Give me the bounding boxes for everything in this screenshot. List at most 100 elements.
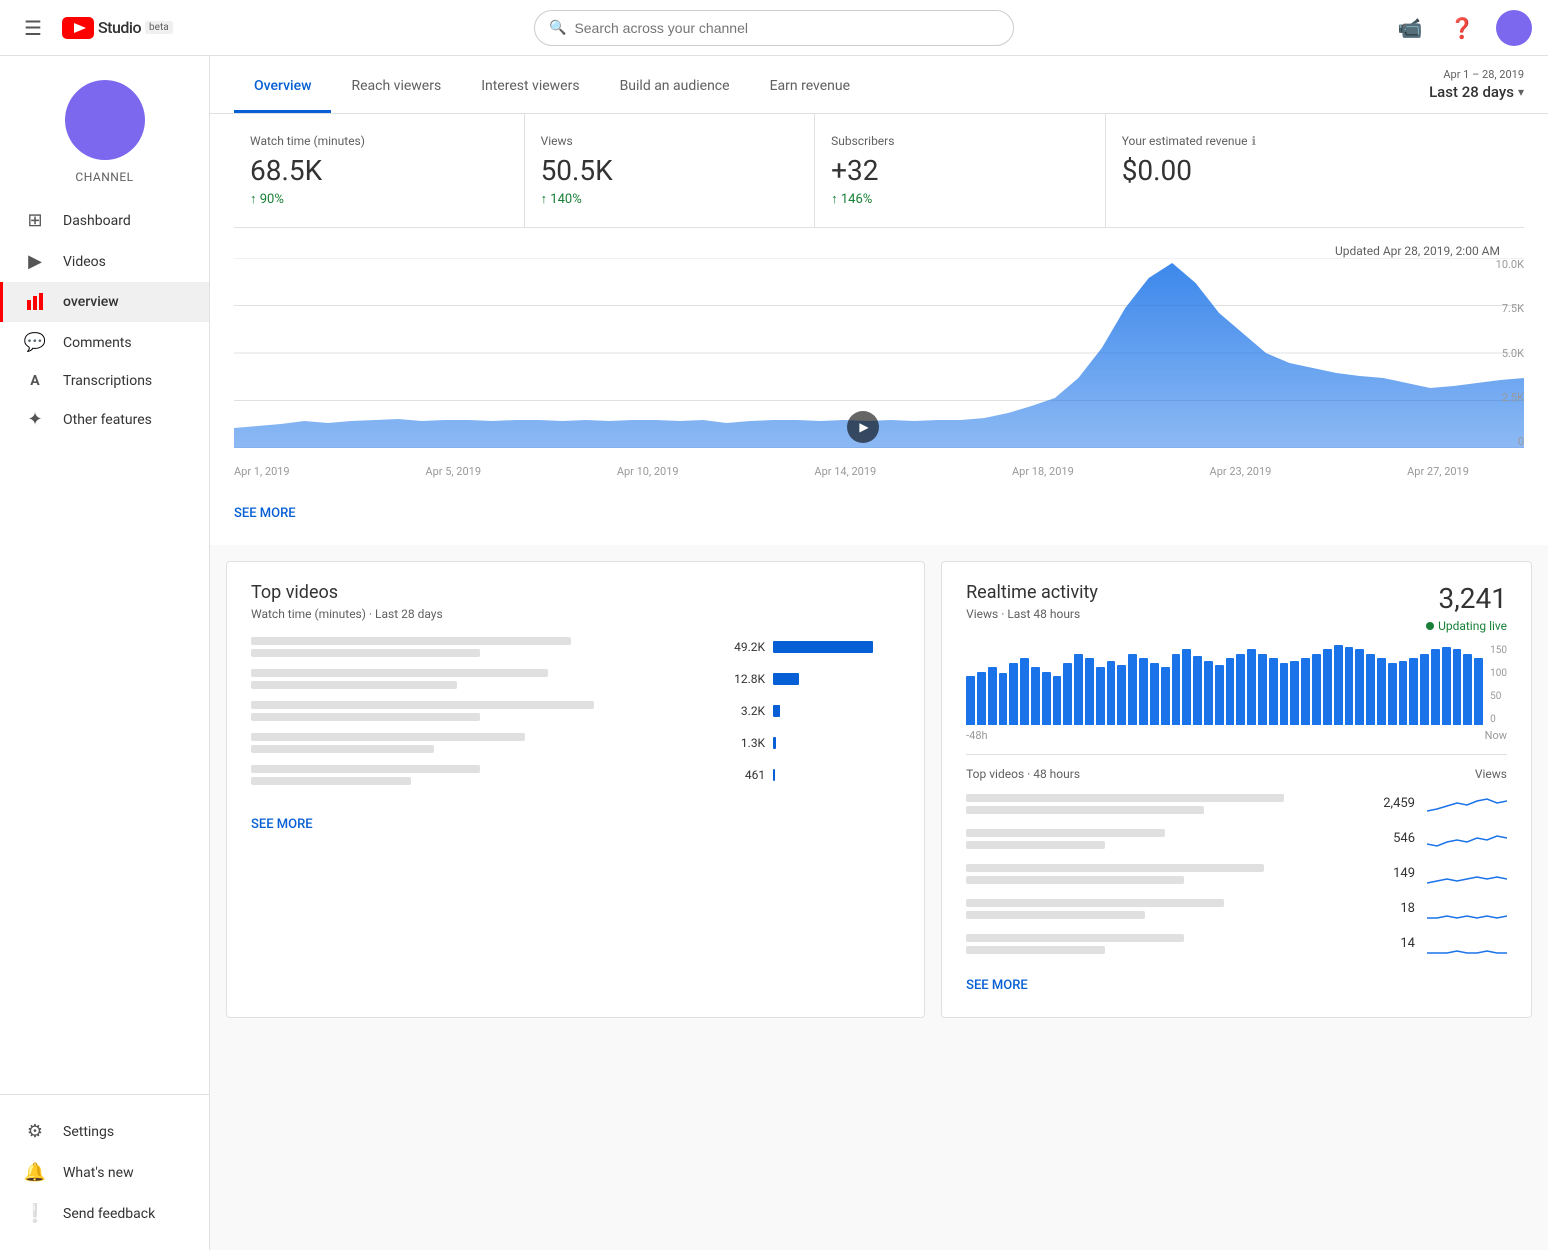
realtime-chart: 0 50 100 150 -48h Now: [966, 645, 1507, 742]
realtime-bar: [1063, 663, 1072, 725]
metric-watch-time[interactable]: Watch time (minutes) 68.5K ↑ 90%: [234, 114, 525, 227]
search-bar[interactable]: 🔍: [534, 10, 1014, 46]
top-videos-card: Top videos Watch time (minutes) · Last 2…: [226, 561, 925, 1018]
nav-right: 📹 ❓: [1014, 10, 1532, 46]
realtime-bar: [1204, 661, 1213, 725]
search-input[interactable]: [574, 20, 999, 36]
sidebar-item-label: Transcriptions: [63, 373, 152, 389]
nav-items: ⊞ Dashboard ▶ Videos overview 💬 Comments…: [0, 200, 209, 1094]
hamburger-icon[interactable]: ☰: [16, 8, 50, 48]
metric-label: Watch time (minutes): [250, 134, 508, 148]
realtime-bar: [966, 676, 975, 725]
tab-interest[interactable]: Interest viewers: [461, 62, 599, 113]
video-bar: [773, 737, 776, 749]
rt-video-row: 546: [966, 826, 1507, 851]
info-icon[interactable]: ℹ: [1251, 134, 1256, 148]
beta-badge: beta: [145, 21, 173, 34]
video-thumbnail: [251, 765, 708, 785]
metric-value: 68.5K: [250, 154, 508, 187]
realtime-card: Realtime activity Views · Last 48 hours …: [941, 561, 1532, 1018]
realtime-see-more[interactable]: SEE MORE: [966, 974, 1028, 997]
rt-sparkline: [1427, 826, 1507, 851]
video-count: 1.3K: [720, 736, 765, 750]
video-row: 3.2K: [251, 701, 900, 721]
sidebar-item-comments[interactable]: 💬 Comments: [0, 322, 209, 363]
search-icon: 🔍: [549, 20, 566, 36]
tab-revenue[interactable]: Earn revenue: [750, 62, 870, 113]
realtime-bar: [977, 672, 986, 725]
realtime-bar: [1453, 649, 1462, 725]
metric-views[interactable]: Views 50.5K ↑ 140%: [525, 114, 816, 227]
realtime-bar: [1301, 658, 1310, 725]
cards-row: Top videos Watch time (minutes) · Last 2…: [210, 561, 1548, 1042]
tabs: Overview Reach viewers Interest viewers …: [234, 62, 870, 113]
realtime-bar: [1258, 654, 1267, 725]
play-icon[interactable]: [847, 411, 879, 443]
metric-label: Views: [541, 134, 799, 148]
realtime-bar: [1474, 658, 1483, 725]
tab-overview[interactable]: Overview: [234, 62, 331, 113]
studio-text: Studio: [98, 18, 141, 37]
top-videos-subtitle: Watch time (minutes) · Last 28 days: [251, 607, 900, 621]
metric-revenue[interactable]: Your estimated revenue ℹ $0.00: [1106, 114, 1524, 227]
rt-sparkline: [1427, 791, 1507, 816]
realtime-bar: [1323, 649, 1332, 725]
video-bar: [773, 641, 873, 653]
see-more-button[interactable]: SEE MORE: [234, 502, 296, 525]
sidebar-item-whatsnew[interactable]: 🔔 What's new: [0, 1152, 209, 1193]
logo: Studio beta: [62, 17, 173, 39]
channel-avatar[interactable]: [65, 80, 145, 160]
realtime-bar: [1053, 676, 1062, 725]
realtime-bar: [988, 667, 997, 725]
user-avatar[interactable]: [1496, 10, 1532, 46]
sidebar-item-label: Send feedback: [63, 1206, 155, 1222]
sidebar-item-label: overview: [63, 294, 119, 310]
live-dot: [1426, 622, 1434, 630]
sidebar-item-other[interactable]: ✦ Other features: [0, 399, 209, 440]
video-count: 12.8K: [720, 672, 765, 686]
top-videos-see-more[interactable]: SEE MORE: [251, 813, 313, 836]
realtime-bar: [1269, 658, 1278, 725]
metric-subscribers[interactable]: Subscribers +32 ↑ 146%: [815, 114, 1106, 227]
realtime-bar: [1280, 663, 1289, 725]
help-icon[interactable]: ❓: [1444, 10, 1480, 46]
rt-sparkline: [1427, 896, 1507, 921]
date-selector[interactable]: Apr 1 – 28, 2019 Last 28 days ▾: [1429, 56, 1524, 113]
metrics-section: Watch time (minutes) 68.5K ↑ 90% Views 5…: [210, 114, 1548, 258]
chart-svg: [234, 258, 1524, 448]
sidebar-item-settings[interactable]: ⚙ Settings: [0, 1111, 209, 1152]
tab-audience[interactable]: Build an audience: [600, 62, 750, 113]
sidebar-item-videos[interactable]: ▶ Videos: [0, 241, 209, 282]
settings-icon: ⚙: [23, 1121, 47, 1142]
sidebar-item-feedback[interactable]: ❕ Send feedback: [0, 1193, 209, 1234]
realtime-bar: [1377, 658, 1386, 725]
chart-y-labels: 0 2.5K 5.0K 7.5K 10.0K: [1474, 258, 1524, 448]
realtime-bar: [1366, 654, 1375, 725]
realtime-bar: [1020, 658, 1029, 725]
metric-change: ↑ 146%: [831, 191, 1089, 207]
rt-video-count: 14: [1375, 936, 1415, 951]
upload-icon[interactable]: 📹: [1392, 10, 1428, 46]
realtime-bar: [1182, 649, 1191, 725]
realtime-title: Realtime activity: [966, 582, 1098, 603]
tab-reach[interactable]: Reach viewers: [331, 62, 461, 113]
main-content: Overview Reach viewers Interest viewers …: [210, 56, 1548, 1250]
rt-video-row: 14: [966, 931, 1507, 956]
realtime-bar: [1388, 663, 1397, 725]
realtime-bar: [1236, 654, 1245, 725]
metric-change: ↑ 90%: [250, 191, 508, 207]
sidebar-item-analytics[interactable]: overview: [0, 282, 209, 322]
realtime-bar: [1226, 658, 1235, 725]
sidebar-bottom: ⚙ Settings 🔔 What's new ❕ Send feedback: [0, 1094, 209, 1250]
channel-section: Channel: [0, 56, 209, 200]
video-row: 1.3K: [251, 733, 900, 753]
videos-icon: ▶: [23, 251, 47, 272]
realtime-bar: [1172, 654, 1181, 725]
other-features-icon: ✦: [23, 409, 47, 430]
video-thumbnail: [251, 733, 708, 753]
dropdown-arrow-icon: ▾: [1518, 85, 1524, 99]
realtime-header: Realtime activity Views · Last 48 hours …: [966, 582, 1507, 637]
sidebar-item-transcriptions[interactable]: A Transcriptions: [0, 363, 209, 399]
sidebar-item-dashboard[interactable]: ⊞ Dashboard: [0, 200, 209, 241]
rt-video-count: 149: [1375, 866, 1415, 881]
